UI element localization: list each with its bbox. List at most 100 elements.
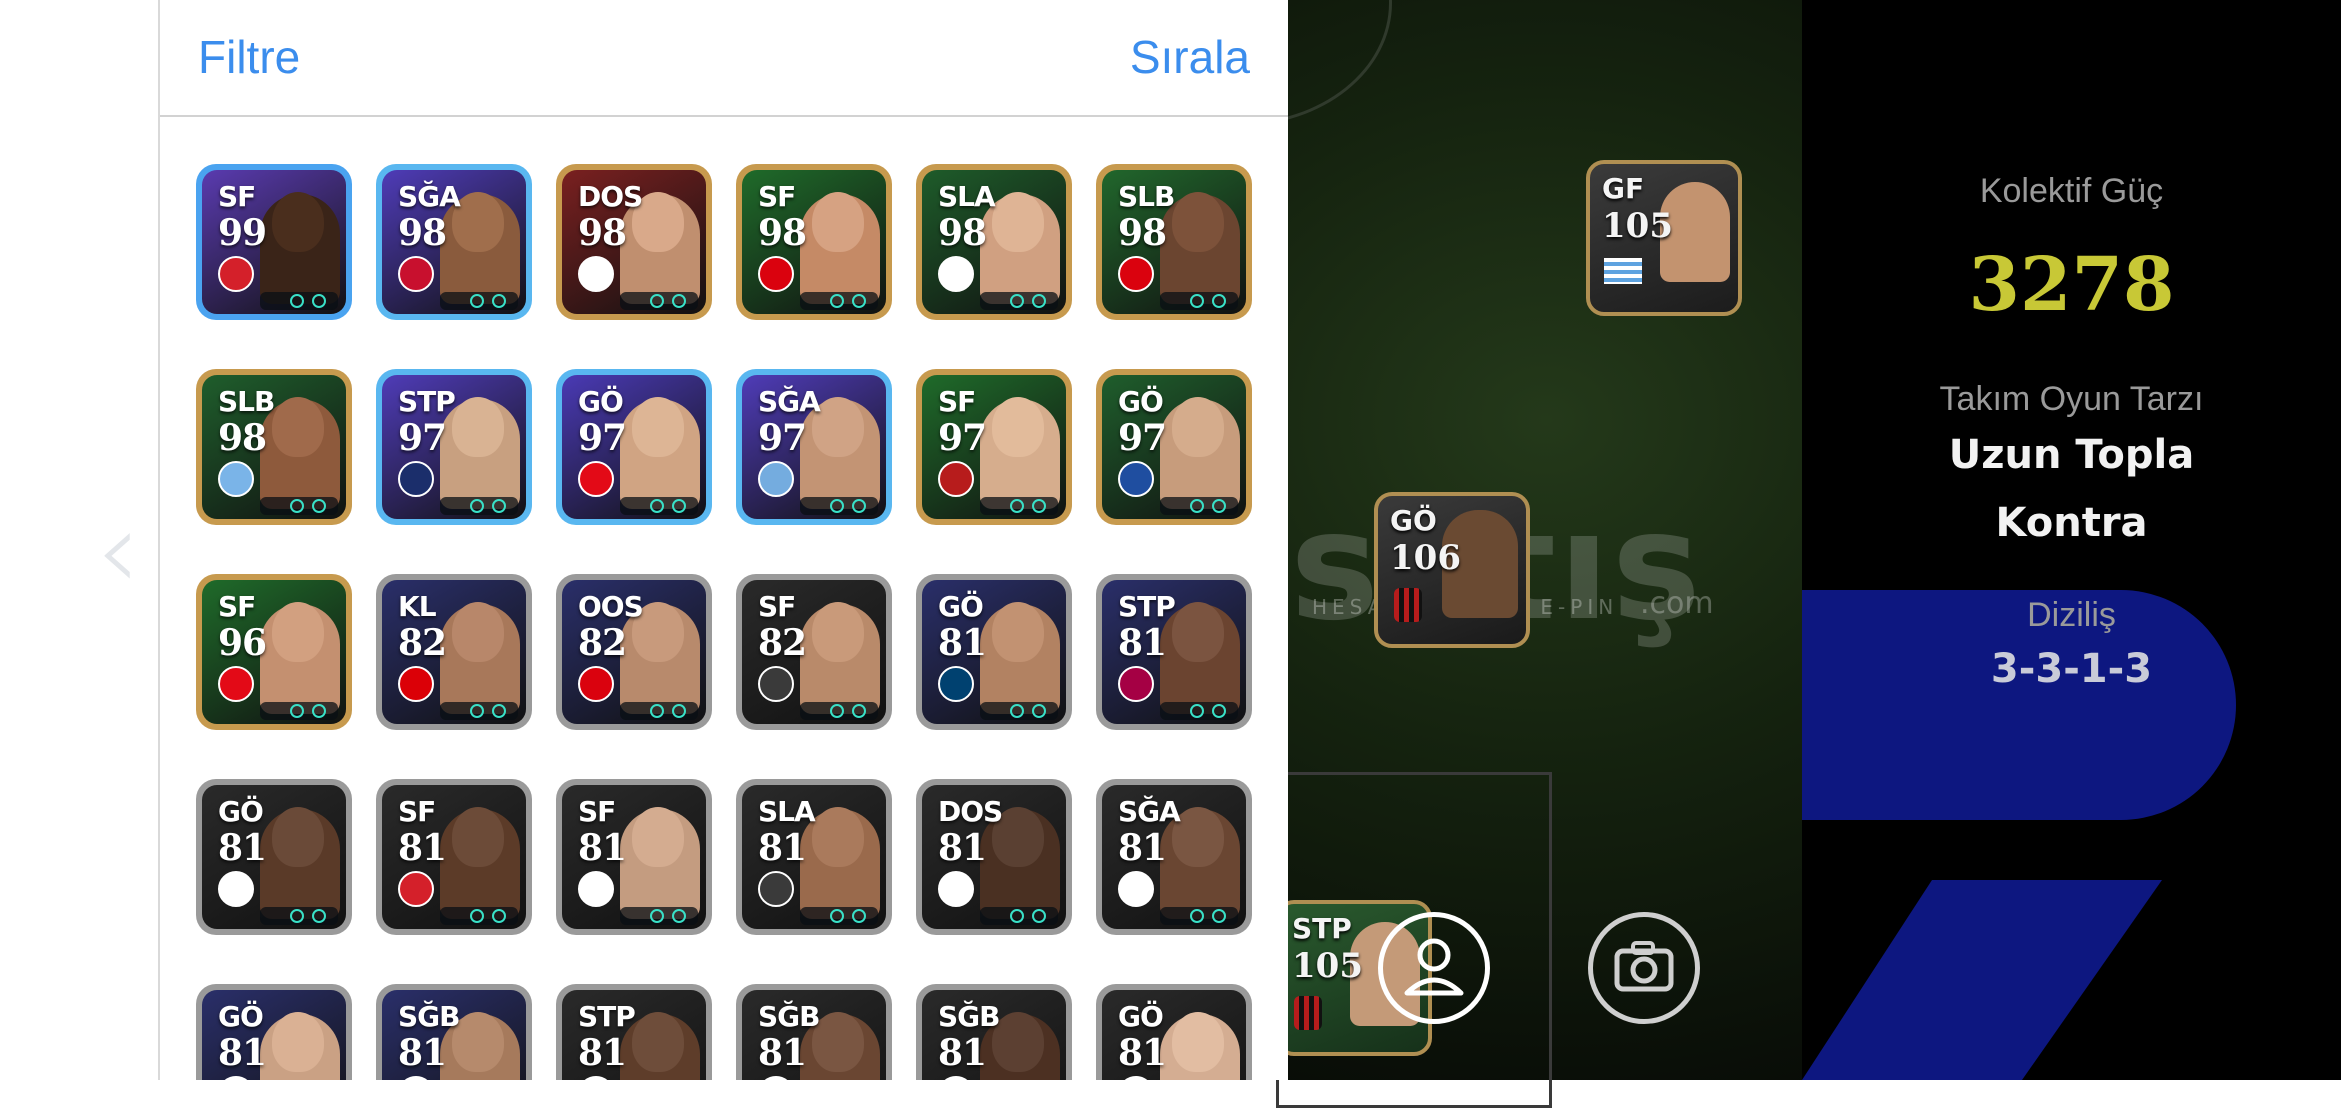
player-card-art: DOS 98 bbox=[562, 170, 706, 314]
player-card-art: SĞA 97 bbox=[742, 375, 886, 519]
player-head bbox=[812, 192, 864, 252]
player-card[interactable]: GÖ 97 bbox=[556, 369, 712, 525]
player-card[interactable]: STP 97 bbox=[376, 369, 532, 525]
player-card[interactable]: SF 98 bbox=[736, 164, 892, 320]
player-rating: 81 bbox=[758, 1032, 807, 1074]
player-card[interactable]: GÖ 81 bbox=[196, 984, 352, 1080]
player-card-art: SĞB 81 bbox=[382, 990, 526, 1080]
club-badge-icon bbox=[1118, 1076, 1154, 1080]
skill-icon bbox=[650, 909, 664, 923]
player-card[interactable]: STP 81 bbox=[1096, 574, 1252, 730]
player-card[interactable]: SĞA 98 bbox=[376, 164, 532, 320]
camera-button[interactable] bbox=[1588, 912, 1700, 1024]
skill-icon bbox=[312, 704, 326, 718]
team-strength-label: Kolektif Güç bbox=[1979, 172, 2164, 210]
player-card[interactable]: GÖ 81 bbox=[916, 574, 1072, 730]
player-position: GÖ bbox=[1118, 1000, 1164, 1033]
player-card[interactable]: SLA 98 bbox=[916, 164, 1072, 320]
player-card[interactable]: STP 81 bbox=[556, 984, 712, 1080]
player-card-art: SĞB 81 bbox=[742, 990, 886, 1080]
player-position: SF bbox=[218, 590, 256, 623]
player-card[interactable]: SF 82 bbox=[736, 574, 892, 730]
club-badge-icon bbox=[1118, 871, 1154, 907]
player-rating: 98 bbox=[578, 212, 627, 254]
player-card[interactable]: SF 81 bbox=[556, 779, 712, 935]
player-card[interactable]: SLB 98 bbox=[1096, 164, 1252, 320]
player-rating: 81 bbox=[1118, 827, 1167, 869]
club-badge-icon bbox=[398, 1076, 434, 1080]
player-card[interactable]: SĞA 97 bbox=[736, 369, 892, 525]
player-card[interactable]: SLB 98 bbox=[196, 369, 352, 525]
player-card[interactable]: GÖ 81 bbox=[196, 779, 352, 935]
barcelona-badge-icon bbox=[1118, 666, 1154, 702]
player-position: SĞA bbox=[758, 385, 821, 418]
skill-icon bbox=[830, 909, 844, 923]
player-head bbox=[1172, 602, 1224, 662]
profile-button[interactable] bbox=[1378, 912, 1490, 1024]
skill-icon bbox=[312, 294, 326, 308]
club-badge-icon bbox=[578, 871, 614, 907]
player-position: GÖ bbox=[218, 795, 264, 828]
player-rating: 81 bbox=[218, 827, 267, 869]
player-card[interactable]: SĞB 81 bbox=[736, 984, 892, 1080]
skill-icon bbox=[1190, 909, 1204, 923]
player-head bbox=[272, 602, 324, 662]
player-head bbox=[272, 192, 324, 252]
field-player-card[interactable]: GÖ 106 bbox=[1374, 492, 1530, 648]
camera-icon bbox=[1614, 941, 1674, 992]
player-position: GÖ bbox=[1118, 385, 1164, 418]
field-player-rating: 105 bbox=[1602, 206, 1673, 246]
player-rating: 97 bbox=[398, 417, 447, 459]
player-card[interactable]: SĞB 81 bbox=[916, 984, 1072, 1080]
player-card[interactable]: GÖ 81 bbox=[1096, 984, 1252, 1080]
skill-icon bbox=[290, 294, 304, 308]
skill-icon bbox=[650, 294, 664, 308]
player-position: SF bbox=[218, 180, 256, 213]
filter-button[interactable]: Filtre bbox=[198, 30, 300, 84]
field-player-card[interactable]: GF 105 bbox=[1586, 160, 1742, 316]
skill-icon bbox=[1212, 294, 1226, 308]
back-chevron-icon[interactable]: ‹ bbox=[96, 495, 144, 605]
player-card[interactable]: SLA 81 bbox=[736, 779, 892, 935]
player-card[interactable]: OOS 82 bbox=[556, 574, 712, 730]
club-badge-icon bbox=[938, 1076, 974, 1080]
player-card-art: SF 81 bbox=[562, 785, 706, 929]
player-rating: 81 bbox=[398, 827, 447, 869]
player-card[interactable]: SF 81 bbox=[376, 779, 532, 935]
player-position: SLB bbox=[1118, 180, 1175, 213]
player-head bbox=[452, 807, 504, 867]
club-badge-icon bbox=[218, 871, 254, 907]
player-card-art: SLB 98 bbox=[1102, 170, 1246, 314]
player-card[interactable]: DOS 98 bbox=[556, 164, 712, 320]
skill-icon bbox=[290, 909, 304, 923]
player-card[interactable]: SF 97 bbox=[916, 369, 1072, 525]
player-position: GÖ bbox=[578, 385, 624, 418]
skill-icon bbox=[650, 704, 664, 718]
player-position: SLB bbox=[218, 385, 275, 418]
ac-milan-badge-icon bbox=[938, 461, 974, 497]
player-card[interactable]: GÖ 97 bbox=[1096, 369, 1252, 525]
player-position: SF bbox=[758, 180, 796, 213]
player-head bbox=[812, 807, 864, 867]
player-rating: 96 bbox=[218, 622, 267, 664]
player-head bbox=[812, 602, 864, 662]
skill-icon bbox=[650, 499, 664, 513]
player-card[interactable]: SĞB 81 bbox=[376, 984, 532, 1080]
sort-button[interactable]: Sırala bbox=[1130, 30, 1250, 84]
player-position: SĞB bbox=[398, 1000, 460, 1033]
player-card[interactable]: SF 96 bbox=[196, 574, 352, 730]
club-badge-icon bbox=[578, 1076, 614, 1080]
player-rating: 97 bbox=[938, 417, 987, 459]
playstyle-line-2: Kontra bbox=[1995, 500, 2148, 546]
player-rating: 82 bbox=[398, 622, 447, 664]
player-card[interactable]: SĞA 81 bbox=[1096, 779, 1252, 935]
player-card[interactable]: KL 82 bbox=[376, 574, 532, 730]
player-position: SĞA bbox=[1118, 795, 1181, 828]
skill-icon bbox=[852, 704, 866, 718]
player-card[interactable]: DOS 81 bbox=[916, 779, 1072, 935]
club-badge-icon bbox=[758, 1076, 794, 1080]
player-card-art: SF 81 bbox=[382, 785, 526, 929]
player-card[interactable]: SF 99 bbox=[196, 164, 352, 320]
player-rating: 81 bbox=[578, 1032, 627, 1074]
player-card-art: GÖ 97 bbox=[1102, 375, 1246, 519]
